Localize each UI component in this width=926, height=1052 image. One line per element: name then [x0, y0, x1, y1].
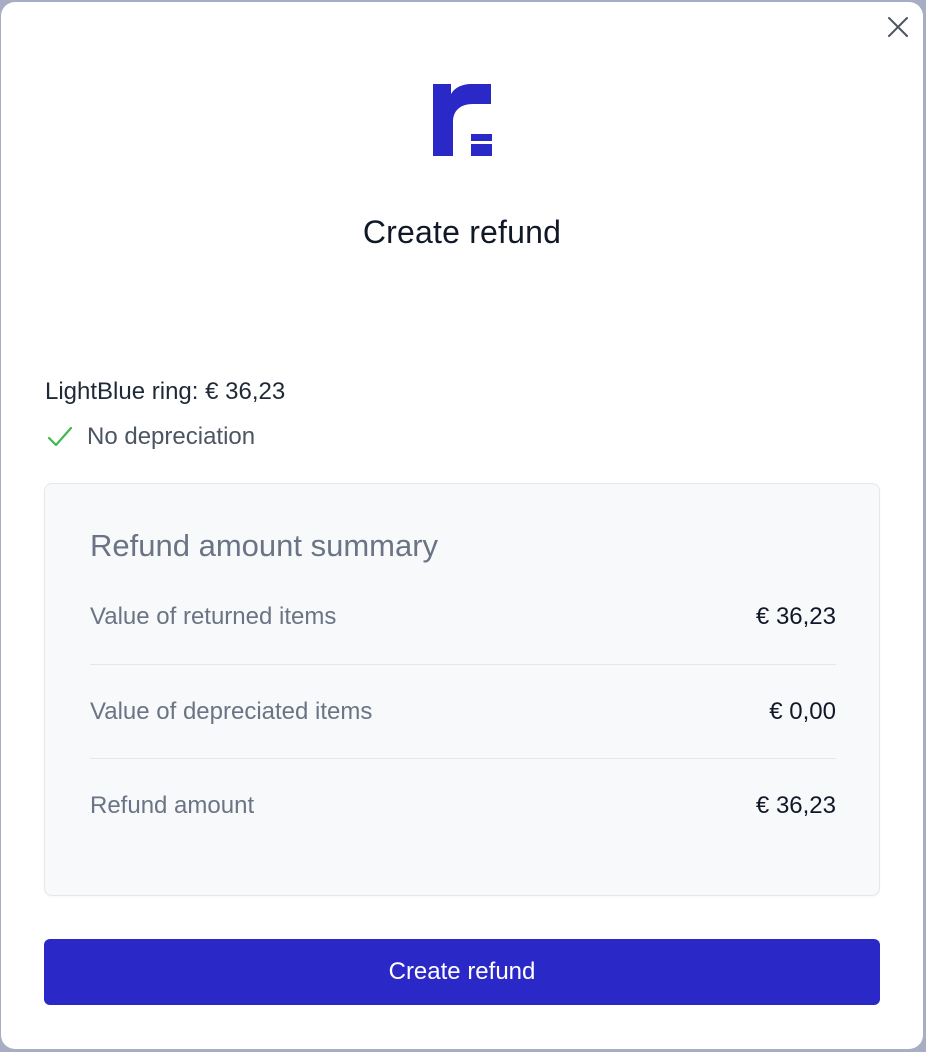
- brand-logo-icon: [433, 84, 492, 156]
- summary-title: Refund amount summary: [90, 528, 439, 563]
- close-button[interactable]: [885, 14, 911, 40]
- summary-row-label: Value of returned items: [90, 603, 337, 630]
- summary-row-returned: Value of returned items € 36,23: [90, 570, 836, 664]
- item-price-line: LightBlue ring: € 36,23: [45, 378, 286, 405]
- summary-row-value: € 0,00: [769, 698, 836, 725]
- depreciation-status: No depreciation: [45, 422, 255, 452]
- checkmark-icon: [47, 426, 73, 447]
- summary-row-label: Refund amount: [90, 792, 255, 819]
- summary-row-refund-amount: Refund amount € 36,23: [90, 759, 836, 853]
- summary-row-label: Value of depreciated items: [90, 698, 373, 725]
- summary-row-value: € 36,23: [755, 603, 836, 630]
- create-refund-button[interactable]: Create refund: [44, 939, 880, 1005]
- create-refund-modal: Create refund LightBlue ring: € 36,23 No…: [1, 2, 923, 1049]
- depreciation-status-text: No depreciation: [87, 423, 256, 450]
- modal-title: Create refund: [362, 214, 562, 250]
- refund-summary-card: Refund amount summary Value of returned …: [44, 483, 880, 896]
- summary-row-value: € 36,23: [755, 792, 836, 819]
- close-icon: [888, 17, 908, 37]
- summary-row-depreciated: Value of depreciated items € 0,00: [90, 665, 836, 759]
